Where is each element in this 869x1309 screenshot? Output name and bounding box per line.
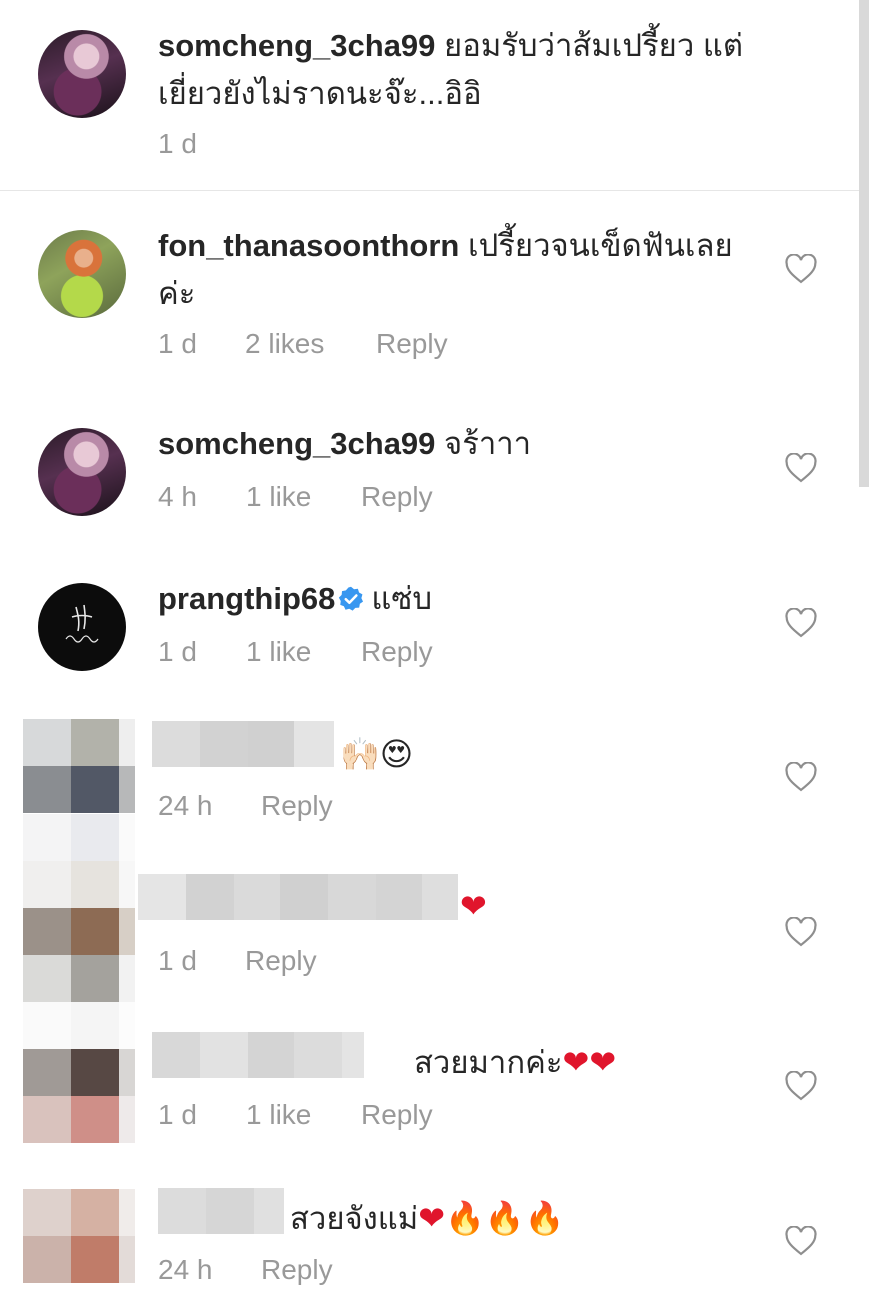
- heart-outline-icon[interactable]: [784, 452, 818, 483]
- comment-emoji: 🙌🏻😍: [340, 736, 414, 772]
- reply-button[interactable]: Reply: [261, 1254, 333, 1286]
- comment-username[interactable]: somcheng_3cha99: [158, 426, 435, 461]
- comment-time: 1 d: [158, 128, 197, 159]
- comment-time: 24 h: [158, 790, 213, 821]
- comment-text: จร้าาา: [444, 426, 532, 461]
- comment-username[interactable]: somcheng_3cha99: [158, 28, 435, 63]
- comment-text: สวยจังแม่: [290, 1201, 419, 1236]
- reply-button[interactable]: Reply: [261, 790, 333, 822]
- reply-button[interactable]: Reply: [361, 1099, 433, 1131]
- comment-time: 24 h: [158, 1254, 213, 1285]
- heart-outline-icon[interactable]: [784, 916, 818, 947]
- avatar[interactable]: [38, 30, 126, 118]
- avatar[interactable]: [38, 428, 126, 516]
- heart-outline-icon[interactable]: [784, 1070, 818, 1101]
- comment-likes[interactable]: 1 like: [246, 481, 311, 513]
- divider: [0, 190, 859, 191]
- scrollbar[interactable]: [859, 0, 869, 487]
- comment-text: สวยมากค่ะ: [414, 1045, 563, 1080]
- username-hidden: [138, 874, 458, 920]
- comment-time: 1 d: [158, 636, 197, 667]
- comment-time: 1 d: [158, 945, 197, 976]
- avatar-pixelated[interactable]: [23, 1002, 135, 1143]
- comment-likes[interactable]: 1 like: [246, 1099, 311, 1131]
- comment-text: แซ่บ: [371, 581, 433, 616]
- avatar-pixelated[interactable]: [23, 719, 135, 813]
- username-hidden: [158, 1188, 284, 1234]
- comment-text: เปรี้ยวจนเข็ดฟันเลย: [467, 228, 733, 263]
- heart-outline-icon[interactable]: [784, 761, 818, 792]
- verified-badge-icon: [337, 579, 365, 611]
- comment-emoji: ❤❤: [562, 1044, 617, 1080]
- heart-outline-icon[interactable]: [784, 253, 818, 284]
- comment-likes[interactable]: 1 like: [246, 636, 311, 668]
- reply-button[interactable]: Reply: [361, 481, 433, 513]
- avatar[interactable]: [38, 230, 126, 318]
- comment-time: 1 d: [158, 328, 197, 359]
- avatar[interactable]: [38, 583, 126, 671]
- heart-outline-icon[interactable]: [784, 607, 818, 638]
- reply-button[interactable]: Reply: [361, 636, 433, 668]
- avatar-pixelated[interactable]: [23, 1189, 135, 1283]
- comment-username[interactable]: prangthip68: [158, 581, 335, 616]
- comment-username[interactable]: fon_thanasoonthorn: [158, 228, 459, 263]
- username-hidden: [152, 721, 334, 767]
- comment-emoji: ❤: [460, 888, 487, 924]
- comment-text-continued: ค่ะ: [158, 276, 196, 311]
- comment-likes[interactable]: 2 likes: [245, 328, 324, 360]
- comment-time: 4 h: [158, 481, 197, 512]
- comment-text-continued: เยี่ยวยังไม่ราดนะจ๊ะ...อิอิ: [158, 76, 482, 111]
- username-hidden: [152, 1032, 364, 1078]
- heart-outline-icon[interactable]: [784, 1225, 818, 1256]
- comment-text: ยอมรับว่าส้มเปรี้ยว แต่: [444, 28, 743, 63]
- avatar-pixelated[interactable]: [23, 814, 135, 1002]
- comment-emoji: ❤🔥🔥🔥: [418, 1200, 565, 1236]
- reply-button[interactable]: Reply: [245, 945, 317, 977]
- brand-logo: [65, 604, 99, 643]
- comment-time: 1 d: [158, 1099, 197, 1130]
- reply-button[interactable]: Reply: [376, 328, 448, 360]
